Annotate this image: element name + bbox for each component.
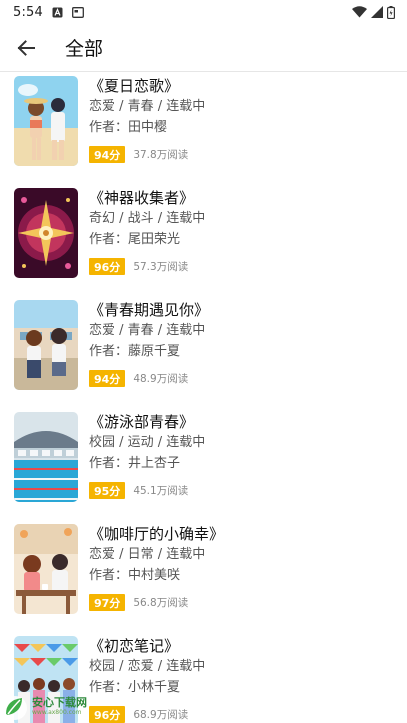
book-author: 作者：井上杏子	[89, 456, 181, 471]
book-author: 作者：尾田荣光	[89, 232, 181, 247]
status-right	[352, 5, 395, 19]
score-badge: 94分	[89, 370, 126, 387]
book-cover	[14, 76, 78, 166]
read-count: 57.3万阅读	[133, 261, 189, 273]
book-tags: 校园 / 恋爱 / 连载中	[89, 659, 206, 674]
book-title: 《青春期遇见你》	[89, 301, 210, 319]
score-badge: 95分	[89, 482, 126, 499]
book-author: 作者：小林千夏	[89, 680, 181, 695]
book-author: 作者：田中樱	[89, 120, 168, 135]
book-title: 《游泳部青春》	[89, 413, 195, 431]
status-left: 5:54	[13, 5, 84, 20]
book-title: 《夏日恋歌》	[89, 77, 180, 95]
read-count: 68.9万阅读	[133, 709, 189, 721]
back-button[interactable]	[14, 36, 38, 60]
score-badge: 97分	[89, 594, 126, 611]
book-cover	[14, 412, 78, 502]
page-title: 全部	[65, 38, 104, 60]
book-author: 作者：藤原千夏	[89, 344, 181, 359]
book-meta: 96分 68.9万阅读	[89, 706, 205, 723]
book-list: 《夏日恋歌》 恋爱 / 青春 / 连载中 作者：田中樱 94分 37.8万阅读	[0, 73, 407, 723]
app-bar: 全部	[0, 24, 407, 72]
book-item[interactable]: 《游泳部青春》 校园 / 运动 / 连载中 作者：井上杏子 95分 45.1万阅…	[0, 409, 407, 521]
read-count: 45.1万阅读	[133, 485, 189, 497]
book-tags: 恋爱 / 青春 / 连载中	[89, 323, 206, 338]
book-tags: 奇幻 / 战斗 / 连载中	[89, 211, 206, 226]
book-cover	[14, 188, 78, 278]
cast-icon	[72, 6, 84, 18]
a-badge-icon	[52, 7, 63, 18]
watermark: 安心下载网 www.ax800.com	[0, 690, 105, 723]
cell-signal-icon	[371, 6, 383, 18]
leaf-logo-icon	[3, 695, 27, 720]
book-item[interactable]: 《夏日恋歌》 恋爱 / 青春 / 连载中 作者：田中樱 94分 37.8万阅读	[0, 73, 407, 185]
book-item[interactable]: 《青春期遇见你》 恋爱 / 青春 / 连载中 作者：藤原千夏 94分 48.9万…	[0, 297, 407, 409]
wifi-icon	[352, 6, 367, 18]
book-meta: 96分 57.3万阅读	[89, 258, 205, 275]
book-title: 《初恋笔记》	[89, 637, 180, 655]
book-title: 《咖啡厅的小确幸》	[89, 525, 225, 543]
book-item[interactable]: 《咖啡厅的小确幸》 恋爱 / 日常 / 连载中 作者：中村美咲 97分 56.8…	[0, 521, 407, 633]
score-badge: 94分	[89, 146, 126, 163]
watermark-title: 安心下载网	[32, 695, 87, 709]
book-tags: 恋爱 / 日常 / 连载中	[89, 547, 206, 562]
score-badge: 96分	[89, 258, 126, 275]
book-tags: 恋爱 / 青春 / 连载中	[89, 99, 206, 114]
read-count: 56.8万阅读	[133, 597, 189, 609]
book-title: 《神器收集者》	[89, 189, 195, 207]
book-cover	[14, 300, 78, 390]
book-meta: 95分 45.1万阅读	[89, 482, 205, 499]
book-meta: 97分 56.8万阅读	[89, 594, 224, 611]
battery-icon	[387, 5, 395, 19]
book-item[interactable]: 《神器收集者》 奇幻 / 战斗 / 连载中 作者：尾田荣光 96分 57.3万阅…	[0, 185, 407, 297]
book-author: 作者：中村美咲	[89, 568, 181, 583]
read-count: 37.8万阅读	[133, 149, 189, 161]
book-meta: 94分 48.9万阅读	[89, 370, 209, 387]
watermark-url: www.ax800.com	[32, 708, 82, 716]
arrow-back-icon	[17, 39, 35, 56]
book-meta: 94分 37.8万阅读	[89, 146, 205, 163]
book-tags: 校园 / 运动 / 连载中	[89, 435, 206, 450]
read-count: 48.9万阅读	[133, 373, 189, 385]
book-cover	[14, 524, 78, 614]
status-bar: 5:54	[0, 0, 407, 24]
status-time: 5:54	[13, 4, 43, 20]
